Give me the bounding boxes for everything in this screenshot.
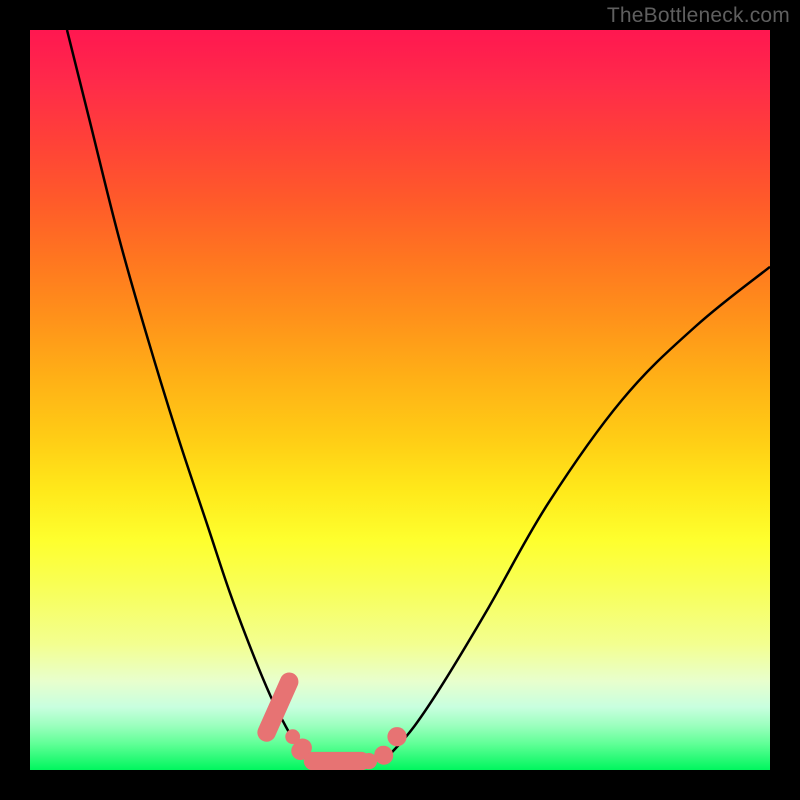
curve-right-curve <box>382 267 771 761</box>
marker-dot-6 <box>387 727 406 746</box>
marker-pill-3 <box>304 752 371 770</box>
watermark-text: TheBottleneck.com <box>607 4 790 28</box>
curve-layer <box>30 30 770 770</box>
curve-left-curve <box>67 30 315 761</box>
chart-frame: TheBottleneck.com <box>0 0 800 800</box>
plot-area <box>30 30 770 770</box>
